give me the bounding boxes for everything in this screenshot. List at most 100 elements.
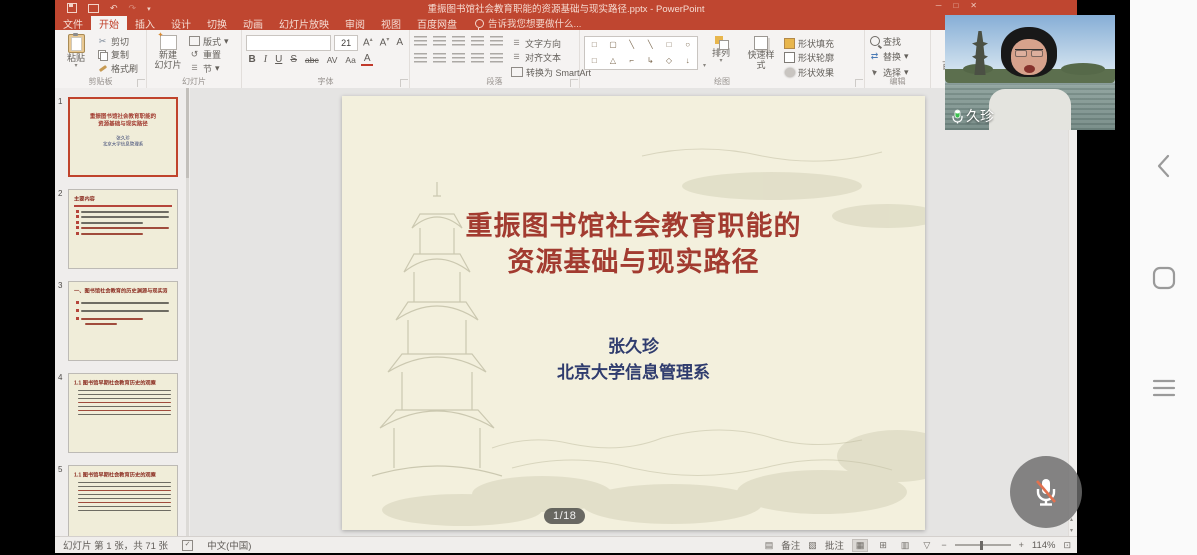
zoom-slider[interactable] [955, 544, 1011, 546]
tab-review[interactable]: 审阅 [337, 16, 373, 30]
shape-line-icon[interactable]: ╲ [629, 41, 634, 49]
fit-to-window-icon[interactable]: ⊡ [1063, 541, 1071, 550]
columns-icon[interactable] [490, 53, 503, 63]
slide-title[interactable]: 重振图书馆社会教育职能的 资源基础与现实路径 [342, 208, 925, 281]
current-slide[interactable]: 重振图书馆社会教育职能的 资源基础与现实路径 张久珍 北京大学信息管理系 [342, 96, 925, 530]
shape-rectangle-icon[interactable]: □ [592, 41, 597, 49]
thumbnail-slide-5[interactable]: 1.1 图书馆早期社会教育历史的观察 [68, 465, 178, 537]
tab-transitions[interactable]: 切换 [199, 16, 235, 30]
text-shadow-button[interactable]: abc [302, 56, 321, 65]
back-button[interactable] [1130, 152, 1197, 180]
minimize-button[interactable] [936, 2, 942, 10]
home-button[interactable] [1130, 265, 1197, 291]
shape-oval-icon[interactable]: ○ [685, 41, 690, 49]
shape-line-icon[interactable]: ╲ [648, 41, 653, 49]
redo-icon[interactable] [129, 4, 137, 13]
zoom-in-button[interactable]: + [1019, 541, 1024, 550]
dialog-launcher-icon[interactable] [400, 79, 408, 87]
text-direction-button[interactable]: 文字方向 [511, 37, 591, 49]
spellcheck-icon[interactable]: ✓ [182, 540, 193, 551]
thumbnail-slide-1[interactable]: 重振图书馆社会教育职能的 资源基础与现实路径 张久珍 北京大学信息管理系 [68, 97, 178, 177]
slide-sorter-view-button[interactable]: ⊞ [876, 540, 890, 551]
arrange-button[interactable]: 排列 [704, 36, 738, 79]
change-case-button[interactable]: Aa [343, 56, 358, 65]
qat-customize-icon[interactable] [147, 4, 151, 13]
dialog-launcher-icon[interactable] [855, 79, 863, 87]
shape-down-arrow-icon[interactable]: ↓ [686, 57, 690, 65]
font-color-button[interactable]: A [361, 54, 373, 66]
slideshow-view-button[interactable]: ▽ [920, 540, 933, 551]
shape-triangle-icon[interactable]: △ [610, 57, 616, 65]
normal-view-button[interactable]: ▦ [852, 539, 869, 552]
decrease-indent-icon[interactable] [452, 36, 465, 46]
shape-fill-button[interactable]: 形状填充 [784, 37, 834, 49]
thumbnail-scrollbar[interactable] [186, 88, 189, 537]
zoom-slider-thumb[interactable] [980, 541, 983, 550]
tab-baidu-netdisk[interactable]: 百度网盘 [409, 16, 465, 30]
font-name-combobox[interactable] [246, 35, 331, 51]
tab-design[interactable]: 设计 [163, 16, 199, 30]
shrink-font-button[interactable]: A [378, 37, 392, 48]
justify-icon[interactable] [471, 53, 484, 63]
undo-icon[interactable] [110, 4, 118, 13]
tab-animations[interactable]: 动画 [235, 16, 271, 30]
mute-button[interactable] [1010, 456, 1082, 528]
align-text-button[interactable]: 对齐文本 [511, 52, 591, 64]
recents-button[interactable] [1130, 377, 1197, 399]
tell-me-box[interactable]: 告诉我您想要做什么... [475, 16, 581, 30]
format-painter-button[interactable]: 格式刷 [97, 62, 138, 74]
italic-button[interactable]: I [261, 55, 269, 65]
tab-file[interactable]: 文件 [55, 16, 91, 30]
thumbnail-slide-3[interactable]: 一、图书馆社会教育的历史渊源与现实观察 [68, 281, 178, 361]
shape-diamond-icon[interactable]: ◇ [666, 57, 672, 65]
slide-author-block[interactable]: 张久珍 北京大学信息管理系 [342, 334, 925, 387]
save-icon[interactable] [67, 3, 77, 13]
reset-button[interactable]: 重置 [189, 49, 229, 61]
layout-button[interactable]: 版式 [189, 35, 229, 47]
shape-elbow-icon[interactable]: ⌐ [629, 57, 634, 65]
zoom-level[interactable]: 114% [1032, 540, 1056, 551]
underline-button[interactable]: U [273, 55, 285, 65]
section-button[interactable]: 节 [189, 62, 229, 74]
maximize-button[interactable] [953, 2, 958, 10]
bold-button[interactable]: B [246, 55, 258, 65]
tab-insert[interactable]: 插入 [127, 16, 163, 30]
character-spacing-button[interactable]: AV [324, 56, 340, 65]
clear-formatting-button[interactable]: A [394, 38, 405, 48]
shape-rectangle-icon[interactable]: □ [592, 57, 597, 65]
strikethrough-button[interactable]: S [288, 55, 300, 65]
line-spacing-icon[interactable] [490, 36, 503, 46]
shape-rectangle-icon[interactable]: □ [667, 41, 672, 49]
start-slideshow-icon[interactable] [88, 4, 99, 13]
reading-view-button[interactable]: ▥ [898, 540, 913, 551]
shape-arrow-icon[interactable]: ↳ [647, 57, 654, 65]
bullets-icon[interactable] [414, 36, 427, 46]
find-button[interactable]: 查找 [869, 35, 926, 47]
replace-button[interactable]: 替换 [869, 51, 926, 63]
webcam-overlay[interactable]: 久珍 [945, 15, 1115, 130]
increase-indent-icon[interactable] [471, 36, 484, 46]
new-slide-button[interactable]: 新建 幻灯片 [151, 33, 185, 76]
copy-button[interactable]: 复制 [97, 49, 138, 61]
align-center-icon[interactable] [433, 53, 446, 63]
tab-view[interactable]: 视图 [373, 16, 409, 30]
quick-styles-button[interactable]: 快速样式 [744, 36, 778, 79]
shapes-gallery[interactable]: □ ▢ ╲ ╲ □ ○ □ △ ⌐ ↳ ◇ ↓ [584, 36, 698, 70]
comments-button[interactable]: 批注 [825, 538, 844, 552]
font-size-combobox[interactable]: 21 [334, 35, 358, 51]
gallery-more-icon[interactable] [703, 62, 706, 69]
grow-font-button[interactable]: A [361, 37, 375, 48]
shape-outline-button[interactable]: 形状轮廓 [784, 52, 834, 64]
zoom-out-button[interactable]: − [941, 541, 946, 550]
thumbnail-slide-4[interactable]: 1.1 图书馆早期社会教育历史的观察 [68, 373, 178, 453]
align-left-icon[interactable] [414, 53, 427, 63]
shape-rounded-rectangle-icon[interactable]: ▢ [609, 41, 617, 49]
notes-button[interactable]: 备注 [781, 538, 800, 552]
dialog-launcher-icon[interactable] [570, 79, 578, 87]
close-button[interactable] [970, 2, 977, 10]
thumbnail-slide-2[interactable]: 主要内容 [68, 189, 178, 269]
cut-button[interactable]: 剪切 [97, 35, 138, 47]
scroll-down-icon[interactable]: ▾ [1070, 527, 1073, 534]
dialog-launcher-icon[interactable] [137, 79, 145, 87]
paste-button[interactable]: 粘贴 [59, 33, 93, 76]
